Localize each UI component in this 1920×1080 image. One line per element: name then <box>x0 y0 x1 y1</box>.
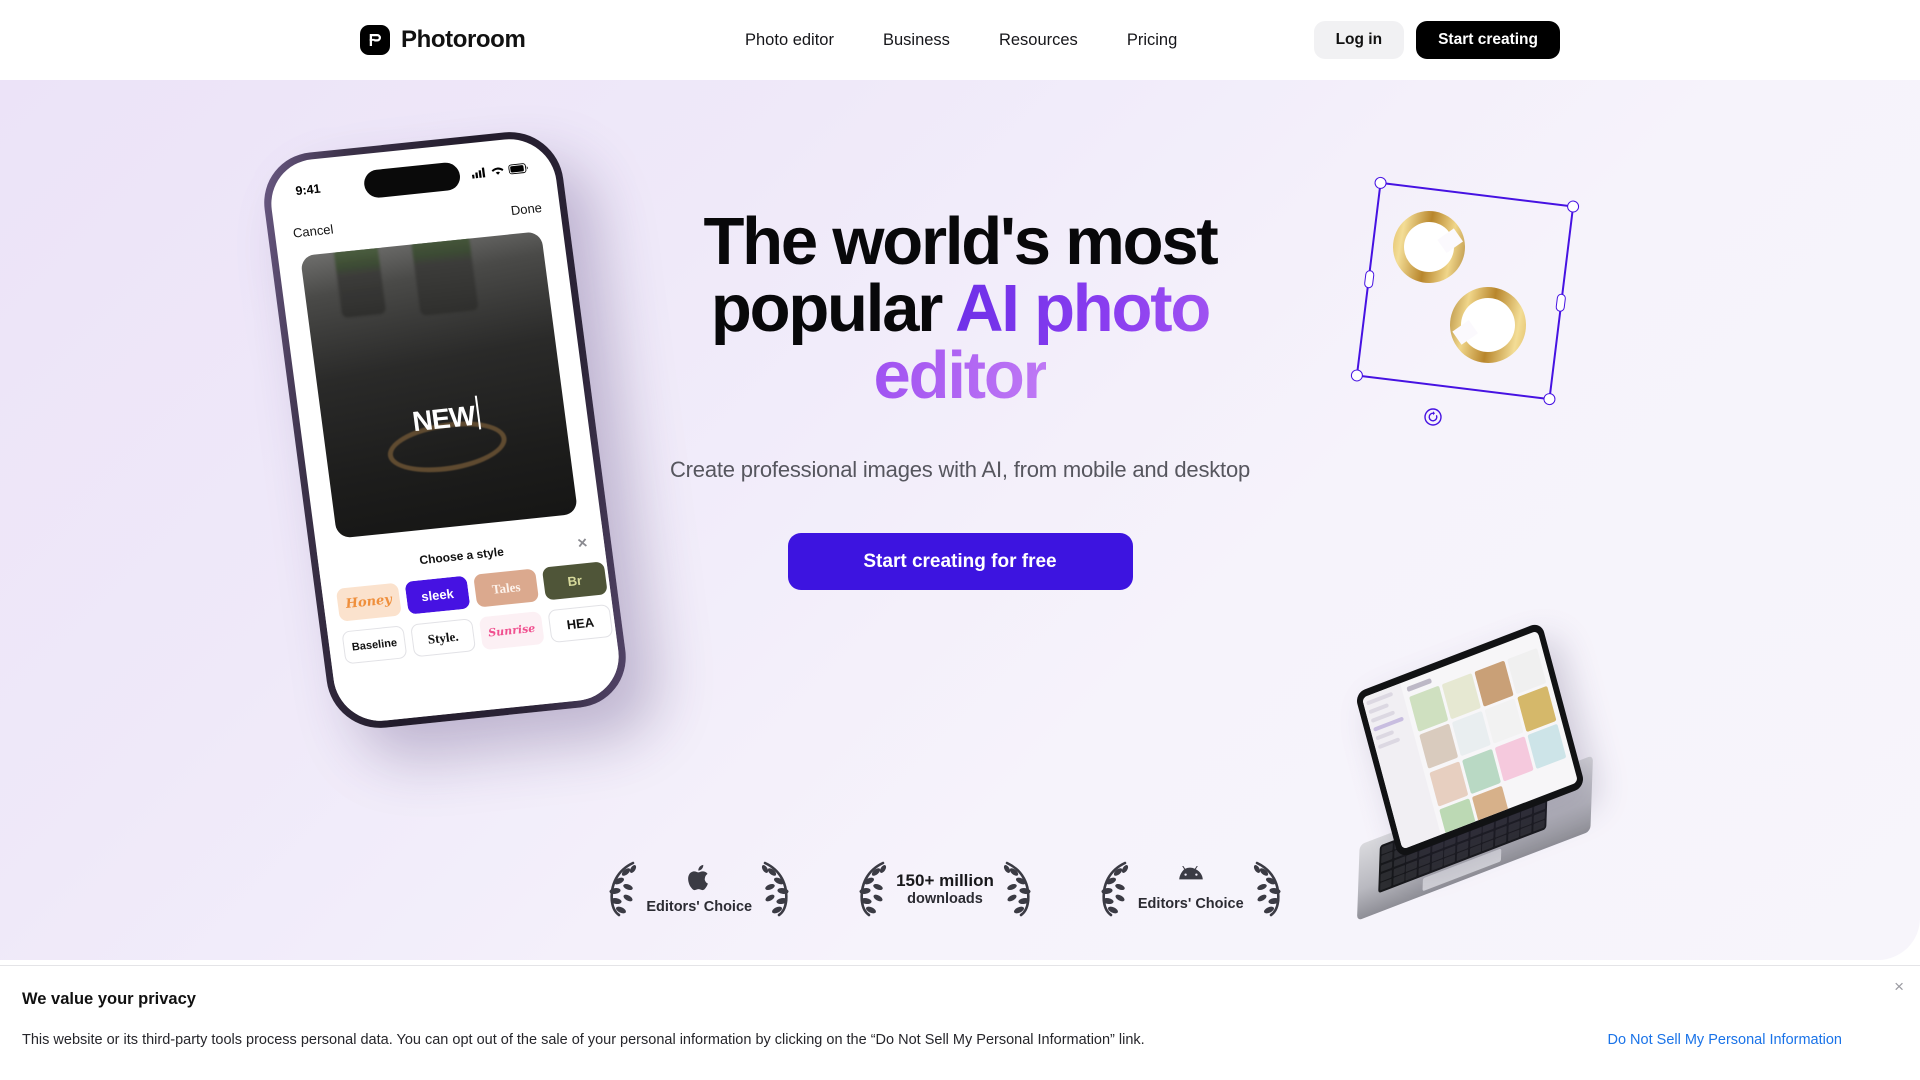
laptop-mockup <box>1350 621 1610 921</box>
phone-body: 9:41 Cancel Done NEW Choose a style ✕ Ho… <box>257 127 633 733</box>
hero-cta-wrap: Start creating for free <box>640 533 1280 591</box>
phone-done-button[interactable]: Done <box>510 200 543 218</box>
awards-row: Editors' Choice 150+ million downloads E… <box>570 860 1320 918</box>
nav-item-photo-editor[interactable]: Photo editor <box>745 31 834 50</box>
plant-decor <box>409 231 479 316</box>
logo[interactable]: Photoroom <box>360 25 526 55</box>
phone-mockup: 9:41 Cancel Done NEW Choose a style ✕ Ho… <box>257 127 633 733</box>
start-creating-button[interactable]: Start creating <box>1416 21 1560 59</box>
style-picker-panel: Choose a style ✕ Honey sleek Tales Br Ba… <box>316 521 625 726</box>
award-body: Editors' Choice <box>1138 866 1244 912</box>
nav-item-resources[interactable]: Resources <box>999 31 1078 50</box>
phone-notch <box>362 161 462 199</box>
resize-handle-right[interactable] <box>1555 293 1567 313</box>
primary-nav: Photo editor Business Resources Pricing <box>745 31 1177 50</box>
canvas-text: NEW <box>410 399 477 437</box>
plant-decor <box>333 242 387 318</box>
laurel-right-icon <box>1003 861 1031 917</box>
resize-handle-top-right[interactable] <box>1566 199 1580 214</box>
laurel-left-icon <box>609 861 637 917</box>
style-chip-hea[interactable]: HEA <box>547 603 614 644</box>
hero-subtitle: Create professional images with AI, from… <box>669 457 1251 482</box>
laurel-right-icon <box>1253 861 1281 917</box>
earrings-selection-scene <box>1345 175 1605 435</box>
logo-text: Photoroom <box>401 26 526 53</box>
rotate-icon[interactable] <box>1423 407 1443 432</box>
style-chip-style[interactable]: Style. <box>410 618 477 658</box>
close-icon[interactable]: ✕ <box>576 535 589 552</box>
style-chip-tales[interactable]: Tales <box>473 568 540 608</box>
cellular-signal-icon <box>471 167 486 179</box>
nav-item-pricing[interactable]: Pricing <box>1127 31 1177 50</box>
photoroom-logo-mark-icon <box>360 25 390 55</box>
downloads-count: 150+ million <box>896 871 994 890</box>
site-header: Photoroom Photo editor Business Resource… <box>0 0 1920 80</box>
style-chip-baseline[interactable]: Baseline <box>341 625 408 665</box>
resize-handle-bottom-left[interactable] <box>1350 368 1364 383</box>
hero-section: 9:41 Cancel Done NEW Choose a style ✕ Ho… <box>0 80 1920 960</box>
do-not-sell-link[interactable]: Do Not Sell My Personal Information <box>1607 1032 1842 1048</box>
resize-handle-top-left[interactable] <box>1373 176 1388 190</box>
award-label: Editors' Choice <box>646 899 753 915</box>
style-chip-sleek[interactable]: sleek <box>402 573 473 617</box>
cookie-consent-banner: We value your privacy This website or it… <box>0 965 1920 1080</box>
award-android-editors-choice: Editors' Choice <box>1098 860 1284 918</box>
android-icon <box>1178 866 1203 880</box>
apple-icon <box>688 864 709 891</box>
hero-copy: The world's most popular AI photo editor… <box>640 208 1280 591</box>
phone-edit-canvas[interactable]: NEW <box>300 231 579 539</box>
phone-cancel-button[interactable]: Cancel <box>292 221 334 240</box>
resize-handle-bottom-right[interactable] <box>1542 392 1557 406</box>
battery-icon <box>508 162 528 174</box>
cookie-banner-title: We value your privacy <box>22 990 196 1008</box>
award-body: Editors' Choice <box>646 863 752 915</box>
resize-handle-left[interactable] <box>1363 269 1375 289</box>
wifi-icon <box>491 167 504 175</box>
start-creating-for-free-button[interactable]: Start creating for free <box>787 533 1133 591</box>
cookie-banner-text: This website or its third-party tools pr… <box>22 1032 1145 1048</box>
page-title: The world's most popular AI photo editor <box>640 208 1280 409</box>
award-downloads: 150+ million downloads <box>856 860 1034 918</box>
award-label: Editors' Choice <box>1137 896 1244 912</box>
downloads-label: downloads <box>907 891 983 907</box>
selection-bounding-box[interactable] <box>1350 176 1580 406</box>
style-picker-title: Choose a style <box>418 544 505 568</box>
award-apple-editors-choice: Editors' Choice <box>606 860 792 918</box>
award-body: 150+ million downloads <box>896 871 994 907</box>
style-chip-br[interactable]: Br <box>541 561 608 601</box>
status-time: 9:41 <box>294 181 322 199</box>
close-icon[interactable]: × <box>1894 978 1904 995</box>
nav-item-business[interactable]: Business <box>883 31 950 50</box>
login-button[interactable]: Log in <box>1313 21 1405 59</box>
laurel-left-icon <box>859 861 887 917</box>
style-chip-honey[interactable]: Honey <box>335 582 402 622</box>
style-chip-sunrise[interactable]: Sunrise <box>478 611 545 651</box>
laurel-right-icon <box>761 861 789 917</box>
phone-screen: 9:41 Cancel Done NEW Choose a style ✕ Ho… <box>265 134 625 726</box>
status-icons <box>471 162 529 179</box>
header-actions: Log in Start creating <box>1313 21 1560 59</box>
laurel-left-icon <box>1101 861 1128 917</box>
